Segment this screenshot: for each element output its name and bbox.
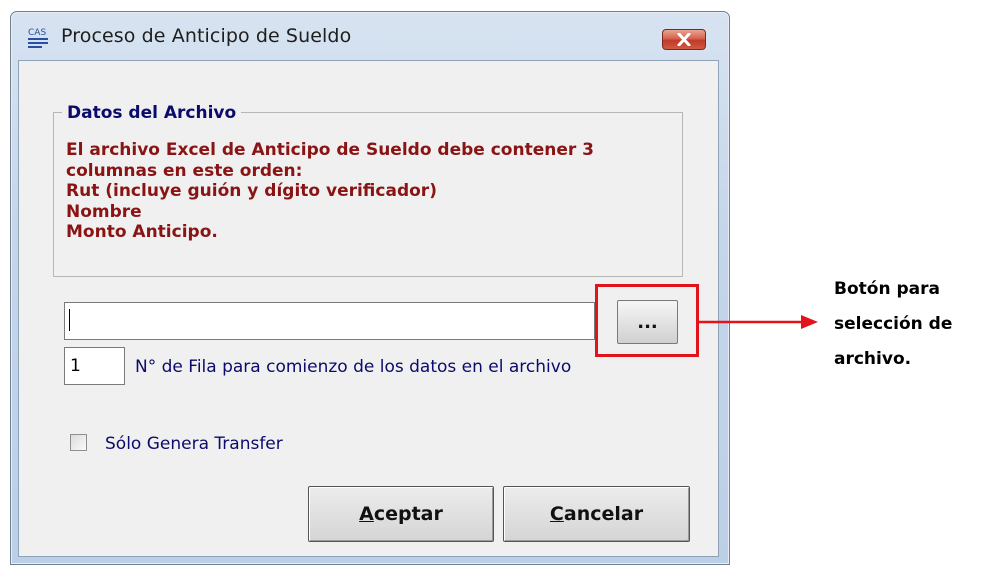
only-transfer-checkbox[interactable] xyxy=(70,434,87,451)
info-line: Monto Anticipo. xyxy=(66,222,218,242)
cas-app-icon: CAS xyxy=(27,26,51,48)
text-caret xyxy=(69,309,70,331)
cancel-mnemonic: C xyxy=(549,503,564,525)
info-line: El archivo Excel de Anticipo de Sueldo d… xyxy=(66,140,595,160)
info-line: Nombre xyxy=(66,201,142,222)
close-button[interactable] xyxy=(662,29,706,50)
cancel-label-rest: ancelar xyxy=(563,503,644,525)
window-title: Proceso de Anticipo de Sueldo xyxy=(61,25,352,47)
info-line: columnas en este orden: xyxy=(66,160,303,181)
svg-text:CAS: CAS xyxy=(28,28,46,38)
annotation-arrow-icon xyxy=(697,315,818,329)
annotation-text: Botón para selección de archivo. xyxy=(834,272,952,377)
title-bar: CAS Proceso de Anticipo de Sueldo xyxy=(11,12,729,56)
annotation-line: archivo. xyxy=(834,349,912,369)
accept-label-rest: ceptar xyxy=(373,503,443,525)
start-row-label: N° de Fila para comienzo de los datos en… xyxy=(135,357,572,377)
file-format-info: El archivo Excel de Anticipo de Sueldo d… xyxy=(66,140,666,243)
annotation-line: selección de xyxy=(834,314,953,334)
cancel-button[interactable]: Cancelar xyxy=(503,486,690,542)
start-row-input[interactable] xyxy=(64,347,125,385)
accept-mnemonic: A xyxy=(359,503,374,525)
annotation-line: Botón para xyxy=(834,279,940,299)
info-line: Rut (incluye guión y dígito verificador) xyxy=(66,181,437,201)
close-icon xyxy=(677,33,691,46)
annotation-highlight-box xyxy=(595,284,699,357)
groupbox-title: Datos del Archivo xyxy=(62,103,242,123)
file-path-input[interactable] xyxy=(64,302,595,340)
accept-button[interactable]: Aceptar xyxy=(308,486,494,542)
only-transfer-label[interactable]: Sólo Genera Transfer xyxy=(105,434,283,454)
